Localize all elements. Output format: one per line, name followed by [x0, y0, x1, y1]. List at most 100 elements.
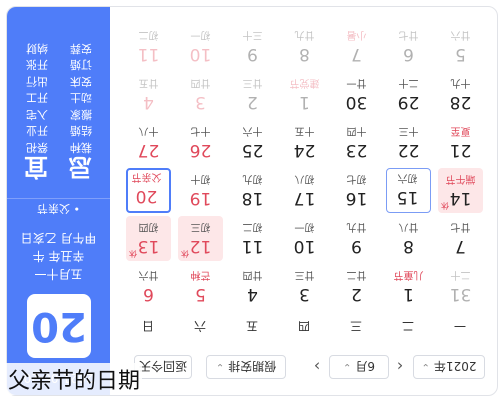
lunar-label: 十三 — [398, 125, 419, 136]
day-cell[interactable]: 18 初九 — [230, 168, 275, 213]
lunar-label: 二十 — [398, 77, 419, 88]
day-cell[interactable]: 10 初一 — [282, 216, 327, 261]
day-cell[interactable]: 24 十五 — [282, 120, 327, 165]
ganzhi-year: 辛丑年 牛 — [32, 249, 85, 263]
day-number: 4 — [247, 284, 258, 304]
lunar-label: 初十 — [190, 173, 211, 184]
day-cell[interactable]: 21 夏至 — [438, 120, 483, 165]
day-number: 30 — [345, 92, 368, 112]
day-cell[interactable]: 7 小暑 — [334, 24, 379, 69]
day-number: 11 — [241, 236, 264, 256]
day-number: 16 — [345, 188, 368, 208]
lunar-label: 十九 — [450, 77, 471, 88]
day-number: 5 — [195, 284, 206, 304]
selected-day-number: 20 — [27, 294, 91, 358]
day-cell[interactable]: 20 父亲节 — [126, 168, 171, 213]
day-cell[interactable]: 15 初六 — [386, 168, 431, 213]
day-cell[interactable]: 26 十七 — [178, 120, 223, 165]
ji-item: 动土 — [70, 91, 92, 105]
day-number: 23 — [345, 140, 368, 160]
yi-item: 祭祀 — [26, 141, 48, 154]
day-cell[interactable]: 22 十三 — [386, 120, 431, 165]
day-cell[interactable]: 8 廿八 — [386, 216, 431, 261]
day-cell[interactable]: 19 初十 — [178, 168, 223, 213]
day-cell[interactable]: 25 十六 — [230, 120, 275, 165]
ji-item: 安葬 — [70, 42, 92, 55]
back-to-today-button[interactable]: 返回今天 — [134, 355, 192, 379]
lunar-label: 建党节 — [289, 77, 320, 88]
holiday-select[interactable]: 假期安排 ⌄ — [206, 355, 286, 379]
weekday-label: 日 — [142, 319, 155, 333]
weekday-label: 一 — [454, 319, 467, 333]
divider — [7, 198, 110, 199]
month-select[interactable]: 6月 ⌄ — [329, 355, 389, 379]
lunar-label: 十八 — [138, 125, 159, 136]
yi-item: 开工 — [26, 91, 48, 105]
lunar-label: 廿三 — [242, 77, 263, 88]
day-cell[interactable]: 23 十四 — [334, 120, 379, 165]
day-cell[interactable]: 14 端午节休 — [438, 168, 483, 213]
rest-day-badge: 休 — [181, 249, 189, 258]
chevron-down-icon: ⌄ — [421, 361, 430, 373]
lunar-label: 初四 — [138, 221, 159, 232]
day-number: 10 — [293, 236, 316, 256]
day-cell[interactable]: 3 廿三 — [282, 264, 327, 309]
day-cell[interactable]: 17 初八 — [282, 168, 327, 213]
next-month-arrow[interactable]: › — [309, 355, 325, 379]
day-number: 21 — [449, 140, 472, 160]
year-select[interactable]: 2021年 ⌄ — [413, 355, 485, 379]
day-cell[interactable]: 5 芒种 — [178, 264, 223, 309]
lunar-label: 廿一 — [346, 77, 367, 88]
lunar-label: 廿七 — [450, 221, 471, 232]
lunar-label: 三十 — [242, 29, 263, 40]
day-cell[interactable]: 4 廿五 — [126, 72, 171, 117]
day-cell[interactable]: 1 建党节 — [282, 72, 327, 117]
day-cell[interactable]: 10 初一 — [178, 24, 223, 69]
day-cell[interactable]: 6 廿六 — [126, 264, 171, 309]
day-cell[interactable]: 7 廿七 — [438, 216, 483, 261]
day-cell[interactable]: 28 十九 — [438, 72, 483, 117]
lunar-label: 父亲节 — [131, 171, 162, 182]
day-cell[interactable]: 3 廿四 — [178, 72, 223, 117]
prev-month-arrow[interactable]: ‹ — [392, 355, 408, 379]
ji-item: 安床 — [70, 75, 92, 88]
day-cell[interactable]: 31 二十 — [438, 264, 483, 309]
day-cell[interactable]: 1 儿童节 — [386, 264, 431, 309]
day-cell[interactable]: 30 廿一 — [334, 72, 379, 117]
day-number: 15 — [396, 187, 419, 207]
day-cell[interactable]: 5 廿六 — [438, 24, 483, 69]
lunar-label: 廿八 — [398, 221, 419, 232]
day-number: 5 — [455, 44, 466, 64]
day-number: 22 — [397, 140, 420, 160]
day-cell[interactable]: 11 初二 — [126, 24, 171, 69]
day-number: 2 — [247, 92, 258, 112]
day-cell[interactable]: 11 初二 — [230, 216, 275, 261]
weekday-label: 二 — [402, 319, 415, 333]
day-number: 8 — [403, 236, 414, 256]
day-cell[interactable]: 13 初四休 — [126, 216, 171, 261]
day-cell[interactable]: 9 廿九 — [334, 216, 379, 261]
chevron-down-icon: ⌄ — [342, 361, 352, 373]
day-cell[interactable]: 16 初七 — [334, 168, 379, 213]
day-cell[interactable]: 2 廿二 — [334, 264, 379, 309]
day-number: 18 — [241, 188, 264, 208]
lunar-label: 芒种 — [190, 269, 211, 280]
day-number: 10 — [189, 44, 212, 64]
day-cell[interactable]: 2 廿三 — [230, 72, 275, 117]
day-cell[interactable]: 29 二十 — [386, 72, 431, 117]
day-number: 3 — [195, 92, 206, 112]
rest-day-badge: 休 — [129, 249, 137, 258]
yi-heading: 宜 — [24, 153, 48, 181]
day-cell[interactable]: 27 十八 — [126, 120, 171, 165]
day-number: 27 — [137, 140, 160, 160]
ganzhi-month-day: 甲午月 乙亥日 — [20, 231, 97, 245]
day-cell[interactable]: 9 三十 — [230, 24, 275, 69]
lunar-label: 初一 — [190, 29, 211, 40]
day-cell[interactable]: 8 廿九 — [282, 24, 327, 69]
day-cell[interactable]: 6 廿七 — [386, 24, 431, 69]
day-cell[interactable]: 4 廿四 — [230, 264, 275, 309]
weekday-label: 六 — [194, 319, 207, 333]
lunar-label: 廿二 — [346, 269, 367, 280]
day-cell[interactable]: 12 初三休 — [178, 216, 223, 261]
yi-item: 开张 — [26, 58, 48, 72]
